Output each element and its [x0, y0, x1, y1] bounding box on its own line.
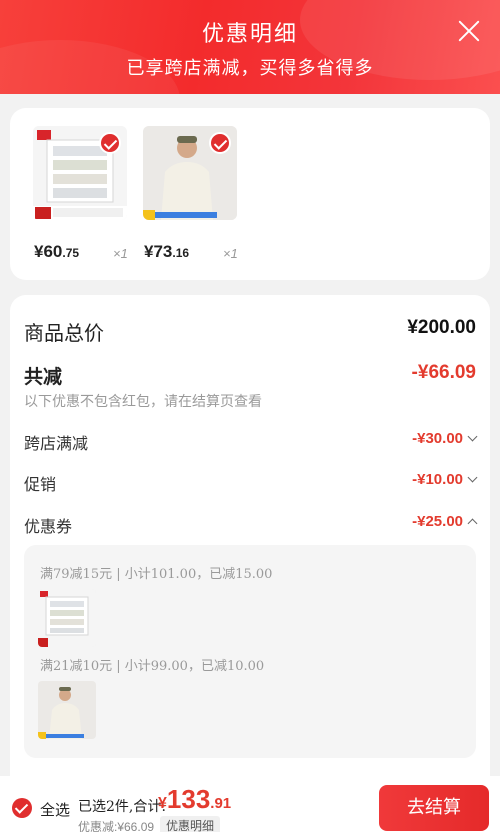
product-image-file-cabinet[interactable] [33, 126, 127, 220]
discount-value: -¥10.00 [412, 471, 478, 488]
product-card: ¥60.75 ×1 ¥73.16 ×1 [10, 108, 490, 280]
price-integer: ¥73 [144, 242, 173, 261]
price-decimal: .75 [62, 246, 80, 260]
checkout-bar: 全选 已选2件,合计: ¥133.91 优惠减:¥66.09 优惠明细 去结算 [0, 776, 500, 832]
chevron-down-icon [467, 472, 478, 483]
checkout-button[interactable]: 去结算 [379, 785, 489, 831]
tshirt-model-illustration [38, 681, 96, 739]
reduce-label: 共减 [24, 366, 63, 388]
price-integer: ¥60 [34, 242, 63, 261]
reduce-value: -¥66.09 [411, 362, 476, 383]
discount-summary-card: 商品总价 ¥200.00 共减 -¥66.09 以下优惠不包含红包，请在结算页查… [10, 295, 490, 795]
coupon-rule: 满79减15元 | 小计101.00，已减15.00 [40, 567, 273, 582]
coupon-product-thumbnail [38, 681, 96, 739]
coupon-rule: 满21减10元 | 小计99.00，已减10.00 [40, 659, 265, 674]
product-price: ¥73.16 [144, 242, 189, 262]
discount-detail-button[interactable]: 优惠明细 [160, 816, 221, 832]
discount-note: 以下优惠不包含红包，请在结算页查看 [24, 394, 262, 410]
coupon-details: 满79减15元 | 小计101.00，已减15.00 满21减10元 | 小计9… [24, 545, 476, 758]
product-price: ¥60.75 [34, 242, 79, 262]
select-all-label[interactable]: 全选 [40, 799, 70, 820]
select-all-check-icon[interactable] [12, 798, 32, 818]
total-label: 商品总价 [24, 321, 104, 345]
discount-value: -¥25.00 [412, 513, 478, 530]
header: 优惠明细 已享跨店满减，买得多省得多 [0, 0, 500, 94]
price-decimal: .16 [172, 246, 190, 260]
chevron-down-icon [467, 431, 478, 442]
selected-check-icon[interactable] [209, 132, 231, 154]
product-quantity: ×1 [113, 246, 128, 261]
discount-label: 优惠券 [24, 517, 73, 536]
page-subtitle: 已享跨店满减，买得多省得多 [126, 58, 374, 79]
file-cabinet-illustration [38, 589, 96, 647]
total-value: ¥200.00 [407, 317, 476, 338]
product-quantity: ×1 [223, 246, 238, 261]
chevron-up-icon [467, 518, 478, 529]
close-icon[interactable] [456, 18, 482, 44]
discount-value: -¥30.00 [412, 430, 478, 447]
selected-summary: 已选2件,合计: [78, 799, 167, 815]
grand-total: ¥133.91 [158, 784, 231, 815]
page-title: 优惠明细 [201, 22, 298, 47]
selected-check-icon[interactable] [99, 132, 121, 154]
grand-total-integer: 133 [166, 784, 211, 814]
discount-label: 跨店满减 [24, 434, 89, 453]
discount-label: 促销 [24, 475, 57, 494]
grand-total-decimal: .91 [210, 795, 232, 812]
product-image-tshirt[interactable] [143, 126, 237, 220]
currency-symbol: ¥ [158, 795, 167, 812]
coupon-product-thumbnail [38, 589, 96, 647]
discount-total: 优惠减:¥66.09 [78, 820, 155, 832]
